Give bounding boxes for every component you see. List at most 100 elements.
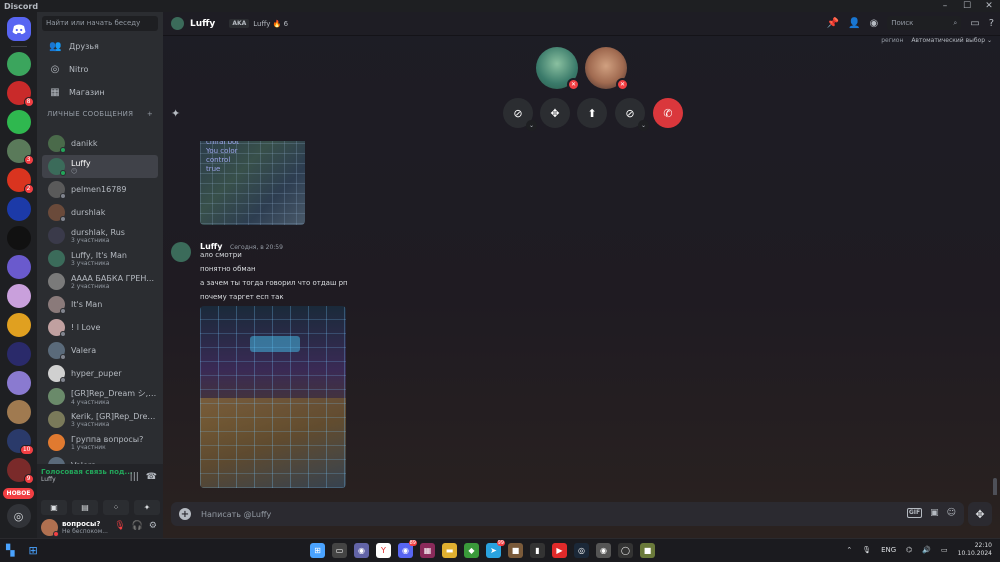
mic-icon[interactable]: 🎙 (114, 521, 125, 531)
server-icon[interactable]: 3 (6, 139, 34, 165)
activities-button[interactable]: ✥ (540, 98, 570, 128)
dm-nav-item[interactable]: ◎ Nitro (37, 58, 163, 81)
mic-off-button[interactable]: ⊘ ⌄ (615, 98, 649, 131)
apex-app-icon[interactable]: ◉ (596, 543, 611, 558)
server-icon[interactable]: 2 (6, 168, 34, 194)
home-button[interactable] (6, 17, 31, 41)
add-dm-button[interactable]: + (147, 110, 153, 118)
inbox-icon[interactable]: ▭ (970, 18, 979, 29)
dm-item[interactable]: АААА БАБКА ГРЕН... 2 участника (42, 270, 158, 293)
help-icon[interactable]: ? (989, 18, 994, 29)
scrollbar[interactable] (993, 478, 997, 495)
dm-item[interactable]: Valera (42, 339, 158, 362)
voice-screen-button[interactable]: ▤ (72, 500, 98, 515)
server-icon[interactable] (6, 197, 31, 221)
dm-nav-item[interactable]: ▦ Магазин (37, 81, 163, 104)
emoji-icon[interactable]: ☺ (947, 508, 956, 518)
end-call-button[interactable]: ✆ (653, 98, 683, 128)
sticker-icon[interactable]: ▣ (930, 508, 939, 518)
settings-icon[interactable]: ⚙ (149, 521, 157, 531)
server-icon[interactable] (6, 52, 31, 76)
dm-item[interactable]: Luffy 😶 (42, 155, 158, 178)
call-avatar-me[interactable]: ✕ (585, 47, 629, 91)
chevron-down-icon[interactable]: ⌄ (638, 120, 649, 131)
user-avatar[interactable] (41, 518, 59, 537)
add-friend-icon[interactable]: 👤 (848, 18, 860, 29)
network-icon[interactable]: ⌬ (906, 546, 912, 554)
maximize-button[interactable]: ☐ (956, 0, 978, 12)
server-icon[interactable]: 8 (6, 81, 34, 107)
bluestacks-app-icon[interactable]: ◆ (464, 543, 479, 558)
headphones-icon[interactable]: 🎧 (132, 521, 143, 531)
server-icon[interactable] (6, 371, 31, 395)
server-icon[interactable] (6, 226, 31, 250)
youtube-app-icon[interactable]: ▶ (552, 543, 567, 558)
gif-icon[interactable]: GIF (906, 508, 923, 518)
dm-item[interactable]: Valera (42, 454, 158, 464)
dm-item[interactable]: It's Man (42, 293, 158, 316)
yandex-app-icon[interactable]: Y (376, 543, 391, 558)
message-author[interactable]: Luffy (200, 242, 223, 251)
dm-item[interactable]: Kerik, [GR]Rep_Drea... 3 участника (42, 408, 158, 431)
dm-search-input[interactable]: Найти или начать беседу (42, 16, 158, 31)
server-icon[interactable]: 10 (6, 429, 34, 455)
user-profile-icon[interactable]: ◉ (870, 18, 879, 29)
minecraft-app-icon[interactable]: ■ (508, 543, 523, 558)
header-search-input[interactable]: Поиск ⌕ (887, 16, 962, 30)
voice-activity-button[interactable]: ⁘ (103, 500, 129, 515)
camera-off-button[interactable]: ⊘ ⌄ (503, 98, 537, 131)
start-icon[interactable]: ⊞ (28, 544, 37, 557)
discover-button[interactable]: ◎ (6, 504, 31, 528)
server-icon[interactable] (6, 342, 31, 366)
dm-item[interactable]: durshlak, Rus 3 участника (42, 224, 158, 247)
files-app-icon[interactable]: ▭ (332, 543, 347, 558)
steam-app-icon[interactable]: ◎ (574, 543, 589, 558)
noise-suppression-icon[interactable]: ||| (130, 472, 139, 482)
server-icon[interactable]: 9 (6, 458, 34, 484)
clock[interactable]: 22:10 10.10.2024 (958, 542, 992, 558)
voice-soundboard-button[interactable]: ✦ (134, 500, 160, 515)
dm-item[interactable]: pelmen16789 (42, 178, 158, 201)
message-image[interactable] (200, 306, 346, 488)
widgets-icon[interactable]: ▚ (6, 544, 14, 557)
new-servers-badge[interactable]: НОВОЕ (2, 488, 35, 499)
telegram-app-icon[interactable]: ➤ 99 (486, 540, 505, 558)
mic-tray-icon[interactable]: 🎙 (862, 546, 871, 554)
message-image[interactable]: chiral bot You color control true (200, 141, 305, 225)
apps-button[interactable]: ✥ (968, 502, 992, 526)
dm-item[interactable]: [GR]Rep_Dream シ, ко...4 участника (42, 385, 158, 408)
call-avatar-luffy[interactable]: ✕ (536, 47, 580, 91)
dm-item[interactable]: Luffy, It's Man 3 участника (42, 247, 158, 270)
disconnect-icon[interactable]: ☎ (146, 472, 157, 482)
explorer-app-icon[interactable]: ▬ (442, 543, 457, 558)
windows-app-icon[interactable]: ⊞ (310, 543, 325, 558)
voice-camera-button[interactable]: ▣ (41, 500, 67, 515)
message-avatar[interactable] (171, 242, 191, 262)
server-icon[interactable] (6, 110, 31, 134)
chevron-down-icon[interactable]: ⌄ (526, 120, 537, 131)
pin-icon[interactable]: 📌 (827, 18, 839, 29)
soundboard-icon[interactable]: ✦ (171, 107, 180, 120)
server-icon[interactable] (6, 313, 31, 337)
dm-item[interactable]: hyper_puper (42, 362, 158, 385)
dm-item[interactable]: danikk (42, 132, 158, 155)
battery-icon[interactable]: ▭ (941, 546, 948, 554)
screen-share-button[interactable]: ⬆ (577, 98, 607, 128)
dm-item[interactable]: durshlak (42, 201, 158, 224)
dm-nav-item[interactable]: 👥 Друзья (37, 35, 163, 58)
language-indicator[interactable]: ENG (881, 546, 896, 554)
server-icon[interactable] (6, 255, 31, 279)
message-composer[interactable]: + Написать @Luffy GIF ▣ ☺ (171, 502, 964, 526)
minimize-button[interactable]: – (934, 0, 956, 12)
header-username[interactable]: Luffy (190, 19, 215, 29)
obs-app-icon[interactable]: ◯ (618, 543, 633, 558)
dm-item[interactable]: ! l Love (42, 316, 158, 339)
chat-app-icon[interactable]: ◉ (354, 543, 369, 558)
tray-chevron-icon[interactable]: ⌃ (846, 546, 852, 554)
minecraft-2-app-icon[interactable]: ■ (640, 543, 655, 558)
attach-icon[interactable]: + (179, 508, 191, 520)
winrar-app-icon[interactable]: ▦ (420, 543, 435, 558)
dm-item[interactable]: Группа вопросы? 1 участник (42, 431, 158, 454)
discord-app-icon[interactable]: ◉ 89 (398, 540, 417, 558)
server-icon[interactable] (6, 400, 31, 424)
